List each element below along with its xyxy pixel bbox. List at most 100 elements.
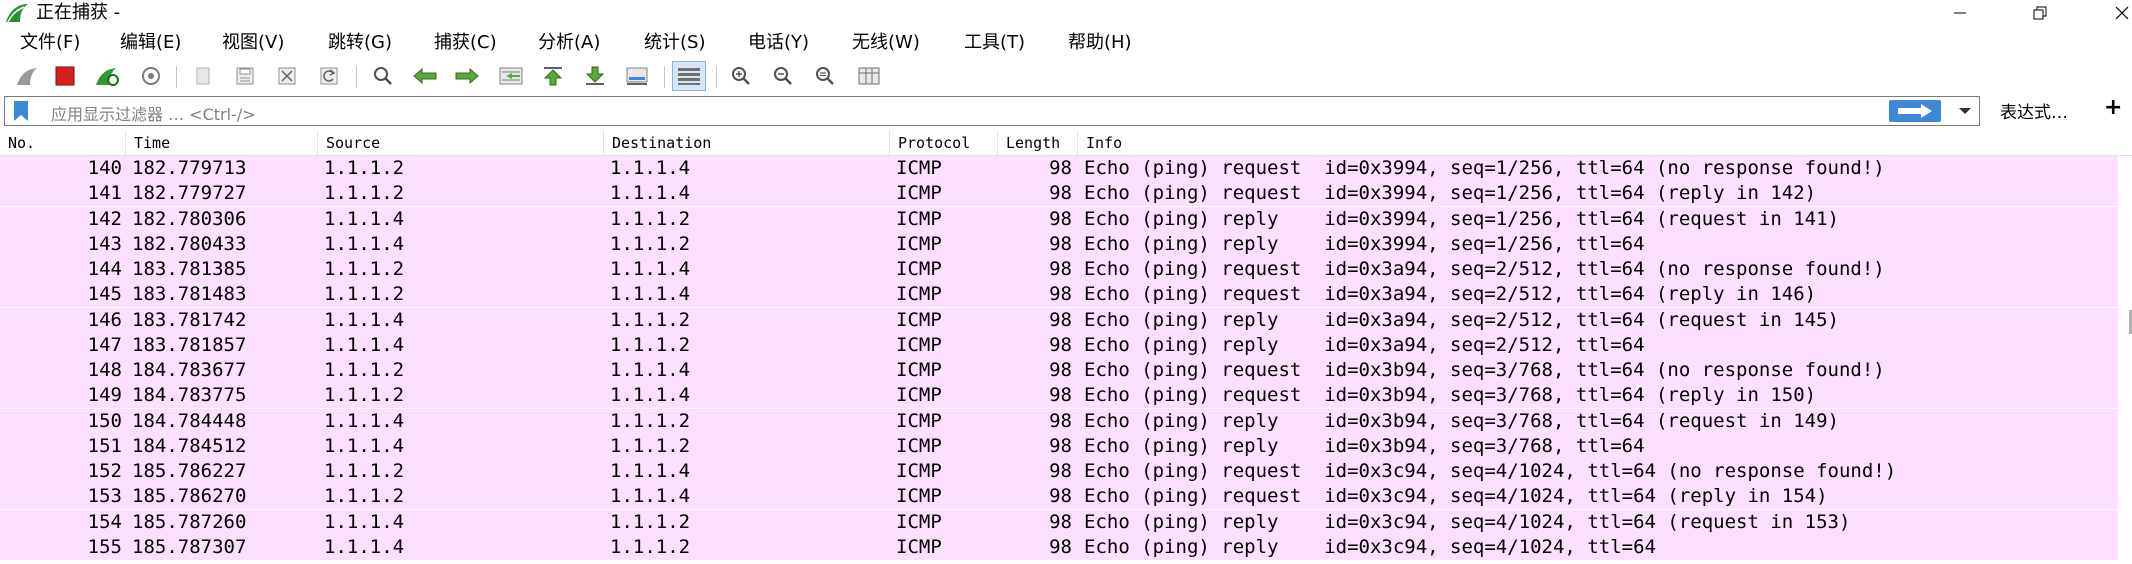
column-header-destination[interactable]: Destination	[604, 130, 890, 156]
menu-edit[interactable]: 编辑(E)	[120, 30, 181, 56]
window-title: 正在捕获 -	[36, 2, 121, 23]
packet-length: 98	[1049, 535, 1072, 558]
packet-no: 145	[87, 283, 122, 306]
menu-view[interactable]: 视图(V)	[222, 30, 284, 56]
table-row[interactable]: 142 182.780306 1.1.1.4 1.1.1.2 ICMP 98 Echo (p…	[0, 206, 2118, 232]
go-last-button[interactable]	[578, 61, 612, 91]
restart-capture-button[interactable]	[90, 61, 124, 91]
main-toolbar	[0, 58, 2132, 94]
packet-source: 1.1.1.4	[324, 535, 405, 558]
packet-time: 182.779727	[132, 182, 247, 205]
zoom-in-button[interactable]	[724, 61, 758, 91]
menu-analyze[interactable]: 分析(A)	[538, 30, 600, 56]
packet-length: 98	[1049, 232, 1072, 255]
column-header-no[interactable]: No.	[0, 130, 126, 156]
menu-file[interactable]: 文件(F)	[20, 30, 80, 56]
apply-filter-button[interactable]	[1889, 100, 1941, 122]
packet-length: 98	[1049, 207, 1072, 230]
open-file-button[interactable]	[186, 61, 220, 91]
packet-time: 185.787307	[132, 535, 247, 558]
stop-capture-button[interactable]	[48, 61, 82, 91]
packet-source: 1.1.1.2	[324, 157, 405, 179]
go-forward-button[interactable]	[450, 61, 484, 91]
packet-no: 153	[87, 485, 122, 508]
capture-options-button[interactable]	[134, 61, 168, 91]
filter-history-dropdown[interactable]	[1953, 100, 1977, 122]
packet-length: 98	[1049, 157, 1072, 179]
save-file-button[interactable]	[228, 61, 262, 91]
expression-button[interactable]: 表达式…	[2000, 98, 2068, 123]
packet-protocol: ICMP	[896, 207, 942, 230]
close-window-button[interactable]	[2092, 0, 2132, 26]
packet-destination: 1.1.1.2	[610, 409, 691, 432]
packet-destination: 1.1.1.2	[610, 333, 691, 356]
restore-button[interactable]	[2010, 0, 2070, 26]
table-row[interactable]: 144 183.781385 1.1.1.2 1.1.1.4 ICMP 98 Echo (p…	[0, 257, 2118, 282]
packet-destination: 1.1.1.4	[610, 460, 691, 482]
menu-wireless[interactable]: 无线(W)	[852, 30, 920, 56]
bookmark-icon[interactable]	[11, 100, 31, 122]
packet-time: 182.780306	[132, 207, 247, 230]
table-row[interactable]: 145 183.781483 1.1.1.2 1.1.1.4 ICMP 98 Echo (p…	[0, 282, 2118, 308]
packet-length: 98	[1049, 283, 1072, 306]
menu-tools[interactable]: 工具(T)	[964, 30, 1025, 56]
display-filter-input[interactable]: 应用显示过滤器 … <Ctrl-/>	[4, 96, 1980, 126]
close-file-button[interactable]	[270, 61, 304, 91]
table-row[interactable]: 152 185.786227 1.1.1.2 1.1.1.4 ICMP 98 Echo (p…	[0, 459, 2118, 484]
menu-capture[interactable]: 捕获(C)	[434, 30, 497, 56]
go-first-button[interactable]	[536, 61, 570, 91]
table-row[interactable]: 154 185.787260 1.1.1.4 1.1.1.2 ICMP 98 Echo (p…	[0, 509, 2118, 535]
packet-time: 183.781385	[132, 258, 247, 280]
add-filter-button[interactable]: +	[2104, 95, 2122, 120]
packet-no: 147	[87, 333, 122, 356]
packet-list: No. Time Source Destination Protocol Len…	[0, 130, 2132, 564]
start-capture-button[interactable]	[10, 61, 44, 91]
menu-telephony[interactable]: 电话(Y)	[748, 30, 809, 56]
table-row[interactable]: 151 184.784512 1.1.1.4 1.1.1.2 ICMP 98 Echo (p…	[0, 433, 2118, 459]
table-row[interactable]: 148 184.783677 1.1.1.2 1.1.1.4 ICMP 98 Echo (p…	[0, 358, 2118, 383]
packet-protocol: ICMP	[896, 157, 942, 179]
packet-list-header: No. Time Source Destination Protocol Len…	[0, 130, 2132, 156]
column-header-length[interactable]: Length	[998, 130, 1078, 156]
find-packet-icon	[374, 67, 392, 85]
resize-columns-button[interactable]	[852, 61, 886, 91]
packet-length: 98	[1049, 460, 1072, 482]
table-row[interactable]: 149 184.783775 1.1.1.2 1.1.1.4 ICMP 98 Echo (p…	[0, 383, 2118, 409]
column-header-source[interactable]: Source	[318, 130, 604, 156]
table-row[interactable]: 143 182.780433 1.1.1.4 1.1.1.2 ICMP 98 Echo (p…	[0, 231, 2118, 257]
go-back-button[interactable]	[408, 61, 442, 91]
table-row[interactable]: 147 183.781857 1.1.1.4 1.1.1.2 ICMP 98 Echo (p…	[0, 332, 2118, 358]
toolbar-separator	[716, 66, 717, 88]
minimize-button[interactable]	[1930, 0, 1990, 26]
packet-time: 184.784512	[132, 434, 247, 457]
table-row[interactable]: 146 183.781742 1.1.1.4 1.1.1.2 ICMP 98 Echo (p…	[0, 307, 2118, 333]
colorize-button[interactable]	[672, 61, 706, 91]
toolbar-separator	[664, 66, 665, 88]
column-header-protocol[interactable]: Protocol	[890, 130, 998, 156]
find-packet-button[interactable]	[366, 61, 400, 91]
packet-destination: 1.1.1.4	[610, 157, 691, 179]
column-header-info[interactable]: Info	[1078, 130, 2118, 156]
reload-file-button[interactable]	[312, 61, 346, 91]
table-row[interactable]: 141 182.779727 1.1.1.2 1.1.1.4 ICMP 98 Echo (p…	[0, 181, 2118, 207]
stop-capture-icon	[55, 66, 75, 86]
menu-go[interactable]: 跳转(G)	[328, 30, 392, 56]
packet-info: Echo (ping) reply id=0x3994, seq=1/256, …	[1084, 232, 1645, 255]
go-to-packet-button[interactable]	[494, 61, 528, 91]
vertical-scrollbar[interactable]	[2118, 156, 2132, 564]
packet-source: 1.1.1.4	[324, 434, 405, 457]
packet-no: 146	[87, 308, 122, 331]
go-forward-icon	[455, 67, 479, 85]
zoom-normal-button[interactable]	[808, 61, 842, 91]
table-row[interactable]: 150 184.784448 1.1.1.4 1.1.1.2 ICMP 98 Echo (p…	[0, 408, 2118, 434]
menu-help[interactable]: 帮助(H)	[1068, 30, 1132, 56]
table-row[interactable]: 155 185.787307 1.1.1.4 1.1.1.2 ICMP 98 Echo (p…	[0, 534, 2118, 560]
close-file-icon	[278, 67, 296, 85]
table-row[interactable]: 153 185.786270 1.1.1.2 1.1.1.4 ICMP 98 Echo (p…	[0, 484, 2118, 510]
table-row[interactable]: 140 182.779713 1.1.1.2 1.1.1.4 ICMP 98 Echo (p…	[0, 156, 2118, 181]
auto-scroll-button[interactable]	[620, 61, 654, 91]
column-header-time[interactable]: Time	[126, 130, 318, 156]
zoom-out-button[interactable]	[766, 61, 800, 91]
packet-no: 154	[87, 510, 122, 533]
menu-statistics[interactable]: 统计(S)	[644, 30, 705, 56]
